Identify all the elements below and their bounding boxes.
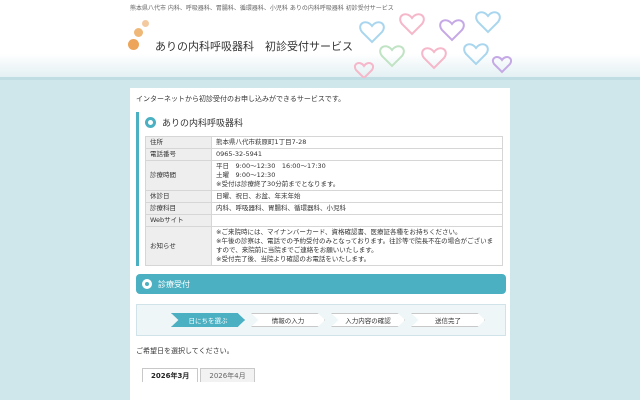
progress-steps: 日にちを選ぶ 情報の入力 入力内容の確認 送信完了 bbox=[136, 304, 506, 336]
notice-value: ※ご来院時には、マイナンバーカード、資格確認書、医療証各種をお持ちください。 ※… bbox=[211, 226, 503, 266]
step-select-date: 日にちを選ぶ bbox=[171, 313, 245, 327]
section-title: 診療受付 bbox=[158, 279, 190, 289]
notice-line: ※ご来院時には、マイナンバーカード、資格確認書、医療証各種をお持ちください。 bbox=[216, 228, 462, 236]
table-row: 電話番号 0965-32-5941 bbox=[145, 148, 503, 161]
row-label: 診療科目 bbox=[145, 202, 212, 215]
address-value: 熊本県八代市萩原町1丁目7-28 bbox=[211, 136, 503, 149]
circle-bullet-icon bbox=[142, 279, 152, 289]
clinic-name: ありの内科呼吸器科 bbox=[162, 118, 244, 129]
hours-note: ※受付は診療終了30分前までとなります。 bbox=[216, 180, 340, 188]
choose-date-text: ご希望日を選択してください。 bbox=[136, 347, 234, 355]
tab-march[interactable]: 2026年3月 bbox=[142, 368, 199, 382]
table-row: お知らせ ※ご来院時には、マイナンバーカード、資格確認書、医療証各種をお持ちくだ… bbox=[145, 226, 503, 266]
table-row: 休診日 日曜、祝日、お盆、年末年始 bbox=[145, 190, 503, 203]
closed-days-value: 日曜、祝日、お盆、年末年始 bbox=[211, 190, 503, 203]
row-label: 休診日 bbox=[145, 190, 212, 203]
row-label: 住所 bbox=[145, 136, 212, 149]
phone-value[interactable]: 0965-32-5941 bbox=[211, 148, 503, 161]
intro-text: インターネットから初診受付のお申し込みができるサービスです。 bbox=[136, 95, 346, 103]
row-label: 電話番号 bbox=[145, 148, 212, 161]
clinic-info-table: 住所 熊本県八代市萩原町1丁目7-28 電話番号 0965-32-5941 診療… bbox=[145, 136, 503, 266]
step-complete: 送信完了 bbox=[411, 313, 485, 327]
hours-line: 土曜 9:00〜12:30 bbox=[216, 171, 276, 179]
reception-section-bar: 診療受付 bbox=[136, 274, 506, 294]
table-row: 住所 熊本県八代市萩原町1丁目7-28 bbox=[145, 136, 503, 149]
step-confirm: 入力内容の確認 bbox=[331, 313, 405, 327]
site-title[interactable]: ありの内科呼吸器科 初診受付サービス bbox=[155, 38, 353, 54]
tab-april[interactable]: 2026年4月 bbox=[200, 368, 255, 382]
top-caption: 熊本県八代市 内科、呼吸器科、胃腸科、循環器科、小児科 ありの内科呼吸器科 初診… bbox=[130, 5, 394, 12]
table-row: 診療科目 内科、呼吸器科、胃腸科、循環器科、小児科 bbox=[145, 202, 503, 215]
website-value[interactable] bbox=[211, 214, 503, 227]
notice-line: ※午後の診察は、電話での予約受付のみとなっております。往診等で院長不在の場合がご… bbox=[216, 237, 494, 254]
hours-line: 平日 9:00〜12:30 16:00〜17:30 bbox=[216, 162, 326, 170]
clinic-heading: ありの内科呼吸器科 bbox=[145, 114, 506, 130]
row-label: Webサイト bbox=[145, 214, 212, 227]
hearts-decoration-icon bbox=[352, 6, 512, 78]
notice-line: ※受付完了後、当院より確認のお電話をいたします。 bbox=[216, 255, 371, 263]
row-label: お知らせ bbox=[145, 226, 212, 266]
departments-value: 内科、呼吸器科、胃腸科、循環器科、小児科 bbox=[211, 202, 503, 215]
step-enter-info: 情報の入力 bbox=[251, 313, 325, 327]
month-tabs: 2026年3月 2026年4月 bbox=[142, 368, 506, 382]
site-header: ありの内科呼吸器科 初診受付サービス bbox=[0, 0, 640, 80]
logo-dots-icon bbox=[128, 20, 154, 60]
table-row: Webサイト bbox=[145, 214, 503, 227]
clinic-info-box: ありの内科呼吸器科 住所 熊本県八代市萩原町1丁目7-28 電話番号 0965-… bbox=[136, 112, 506, 266]
table-row: 診療時間 平日 9:00〜12:30 16:00〜17:30 土曜 9:00〜1… bbox=[145, 160, 503, 191]
circle-bullet-icon bbox=[145, 116, 156, 128]
main-content: インターネットから初診受付のお申し込みができるサービスです。 ありの内科呼吸器科… bbox=[130, 88, 510, 400]
hours-value: 平日 9:00〜12:30 16:00〜17:30 土曜 9:00〜12:30 … bbox=[211, 160, 503, 191]
row-label: 診療時間 bbox=[145, 160, 212, 191]
